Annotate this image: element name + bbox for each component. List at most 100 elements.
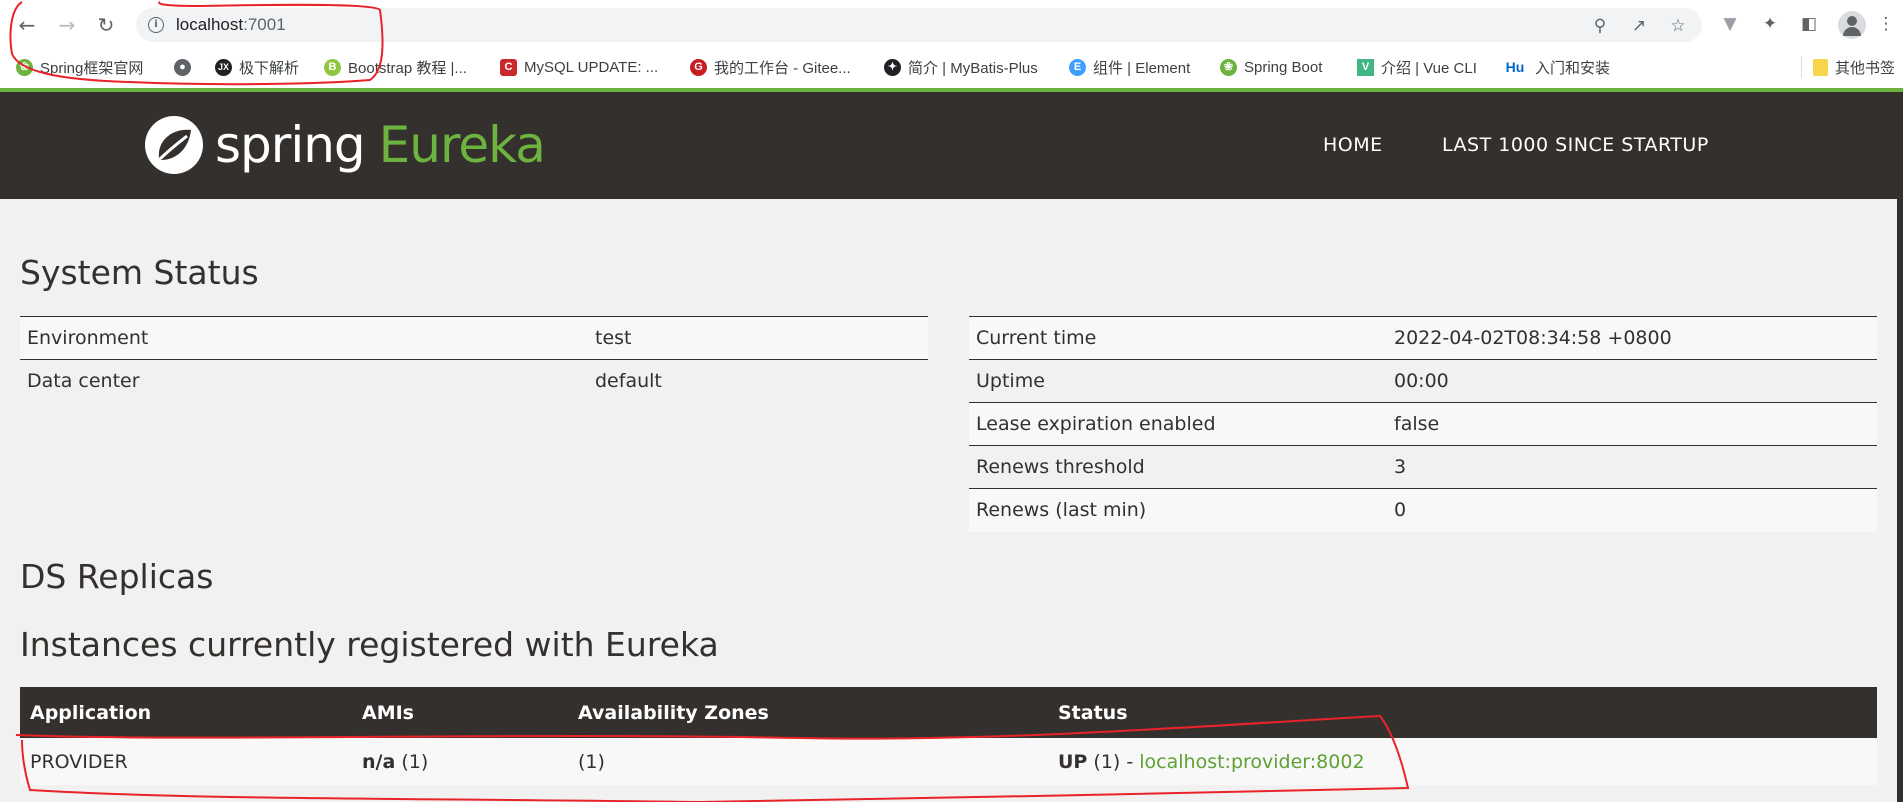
status-key: Renews threshold xyxy=(976,456,1145,478)
column-header: AMIs xyxy=(352,687,568,738)
menu-kebab-icon[interactable]: ⋮ xyxy=(1876,12,1896,36)
status-count: (1) - xyxy=(1093,750,1134,773)
system-status-left-table: Environment test Data center default xyxy=(20,316,928,403)
vue-devtools-icon[interactable]: ▼ xyxy=(1718,12,1742,36)
status-value: false xyxy=(1394,413,1440,435)
status-key: Lease expiration enabled xyxy=(976,413,1216,435)
bookmark-star-icon[interactable]: ☆ xyxy=(1668,17,1688,35)
bookmark-item[interactable]: C MySQL UPDATE: ... xyxy=(500,56,658,78)
extensions-puzzle-icon[interactable]: ✦ xyxy=(1758,12,1782,36)
table-row: Renews (last min) 0 xyxy=(969,488,1877,532)
back-icon[interactable]: ← xyxy=(14,12,40,38)
status-cell: UP (1) - localhost:provider:8002 xyxy=(1048,738,1877,785)
status-value: 2022-04-02T08:34:58 +0800 xyxy=(1394,327,1672,349)
bookmark-label: MySQL UPDATE: ... xyxy=(524,58,659,76)
table-row: Uptime 00:00 xyxy=(969,359,1877,403)
forward-icon[interactable]: → xyxy=(54,12,80,38)
amis-cell: n/a (1) xyxy=(352,738,568,785)
column-header: Application xyxy=(20,687,352,738)
element-icon: E xyxy=(1069,58,1086,76)
bookmark-item[interactable]: E 组件 | Element xyxy=(1069,56,1190,78)
spring-leaf-icon: ❀ xyxy=(1220,58,1237,76)
ami-value: n/a xyxy=(362,750,396,773)
spring-leaf-icon: ❀ xyxy=(16,58,33,76)
instances-table: Application AMIs Availability Zones Stat… xyxy=(20,687,1877,785)
share-icon[interactable]: ↗ xyxy=(1629,17,1649,35)
nav-home-link[interactable]: HOME xyxy=(1323,134,1383,156)
bookmark-label: 简介 | MyBatis-Plus xyxy=(908,59,1038,77)
status-key: Renews (last min) xyxy=(976,499,1147,522)
spring-eureka-logo[interactable]: spring Eureka xyxy=(143,110,546,180)
instances-header-row: Application AMIs Availability Zones Stat… xyxy=(20,687,1877,738)
bookmark-label: 入门和安装 xyxy=(1535,59,1611,77)
nav-last1000-link[interactable]: LAST 1000 SINCE STARTUP xyxy=(1442,134,1709,156)
ami-count: (1) xyxy=(401,750,429,773)
status-up: UP xyxy=(1058,750,1088,773)
bookmark-label: 我的工作台 - Gitee... xyxy=(714,59,851,77)
address-bar-row: ← → ↻ i localhost:7001 ⚲ ↗ ☆ ▼ ✦ ◧ ⋮ xyxy=(0,0,1903,50)
instance-link[interactable]: localhost:provider:8002 xyxy=(1139,751,1364,773)
bookmark-label: Spring框架官网 xyxy=(40,59,144,77)
bookmark-item[interactable]: G 我的工作台 - Gitee... xyxy=(690,56,851,78)
reload-icon[interactable]: ↻ xyxy=(93,12,119,38)
profile-avatar-icon[interactable] xyxy=(1838,11,1866,39)
bookmark-item[interactable]: V 介绍 | Vue CLI xyxy=(1357,56,1477,78)
bookmark-label: Spring Boot xyxy=(1244,58,1323,76)
system-status-right-table: Current time 2022-04-02T08:34:58 +0800 U… xyxy=(969,316,1877,532)
other-bookmarks-label: 其他书签 xyxy=(1835,59,1896,77)
zoom-icon[interactable]: ⚲ xyxy=(1590,17,1610,35)
url-text[interactable]: localhost:7001 xyxy=(176,15,286,35)
table-row: Renews threshold 3 xyxy=(969,445,1877,489)
other-bookmarks-folder[interactable]: 其他书签 xyxy=(1813,56,1895,78)
bookmark-label: 极下解析 xyxy=(239,59,300,77)
column-header: Status xyxy=(1048,687,1877,738)
application-cell: PROVIDER xyxy=(20,738,352,785)
table-row: Lease expiration enabled false xyxy=(969,402,1877,446)
url-host: localhost xyxy=(176,15,244,34)
status-value: default xyxy=(595,370,662,393)
c-logo-icon: C xyxy=(500,58,517,76)
status-value: test xyxy=(595,327,632,349)
bookmark-item[interactable]: ✦ 简介 | MyBatis-Plus xyxy=(884,56,1038,78)
status-value: 0 xyxy=(1394,499,1407,522)
page-scrollbar[interactable] xyxy=(1897,92,1903,802)
status-key: Environment xyxy=(27,327,149,349)
status-value: 00:00 xyxy=(1394,370,1449,392)
bookmark-item[interactable]: Hu 入门和安装 xyxy=(1502,56,1610,78)
instances-heading: Instances currently registered with Eure… xyxy=(20,625,719,664)
bird-icon: ✦ xyxy=(884,58,901,76)
folder-icon xyxy=(1813,58,1828,76)
table-row: Data center default xyxy=(20,359,928,403)
globe-icon: ● xyxy=(174,58,191,76)
bookmark-label: 介绍 | Vue CLI xyxy=(1381,59,1477,77)
status-value: 3 xyxy=(1394,456,1407,478)
eureka-navbar: spring Eureka HOME LAST 1000 SINCE START… xyxy=(0,92,1897,199)
bookmark-item[interactable]: JX 极下解析 xyxy=(215,56,299,78)
hu-logo-icon: Hu xyxy=(1502,58,1528,76)
status-key: Uptime xyxy=(976,370,1045,392)
brand-spring-text: spring xyxy=(215,116,366,174)
table-row: PROVIDER n/a (1) (1) UP (1) - localhost:… xyxy=(20,738,1877,785)
table-row: Current time 2022-04-02T08:34:58 +0800 xyxy=(969,316,1877,360)
status-key: Current time xyxy=(976,327,1097,349)
bookmarks-divider xyxy=(1801,56,1802,78)
spring-leaf-logo-icon xyxy=(145,116,203,174)
table-row: Environment test xyxy=(20,316,928,360)
bookmark-item[interactable]: ❀ Spring框架官网 xyxy=(16,56,143,78)
url-bar[interactable]: i localhost:7001 ⚲ ↗ ☆ xyxy=(136,8,1702,42)
column-header: Availability Zones xyxy=(568,687,1048,738)
ds-replicas-heading: DS Replicas xyxy=(20,557,214,596)
bookmark-item[interactable]: ❀ Spring Boot xyxy=(1220,56,1322,78)
site-info-icon[interactable]: i xyxy=(148,17,164,33)
page-content: System Status Environment test Data cent… xyxy=(0,199,1897,802)
bookmark-item[interactable]: B Bootstrap 教程 |... xyxy=(324,56,467,78)
system-status-heading: System Status xyxy=(20,253,259,292)
url-port: :7001 xyxy=(243,15,286,34)
jx-logo-icon: JX xyxy=(215,58,232,76)
status-key: Data center xyxy=(27,370,140,393)
bookmarks-bar: ❀ Spring框架官网 ● JX 极下解析 B Bootstrap 教程 |... … xyxy=(0,50,1903,84)
side-panel-icon[interactable]: ◧ xyxy=(1797,12,1821,36)
bootstrap-icon: B xyxy=(324,58,341,76)
bookmark-item[interactable]: ● xyxy=(174,56,198,78)
gitee-icon: G xyxy=(690,58,707,76)
